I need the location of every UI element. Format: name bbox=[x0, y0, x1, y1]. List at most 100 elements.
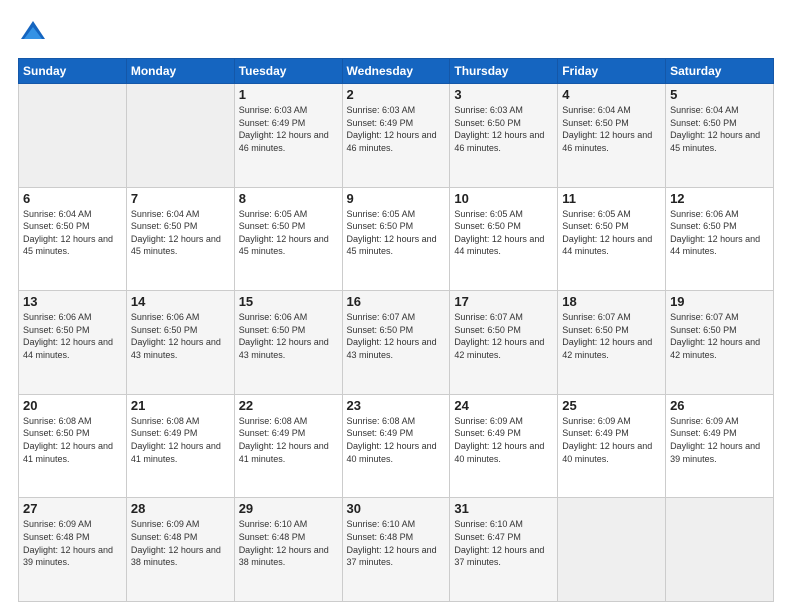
weekday-row: SundayMondayTuesdayWednesdayThursdayFrid… bbox=[19, 59, 774, 84]
calendar-week-2: 6 Sunrise: 6:04 AM Sunset: 6:50 PM Daylig… bbox=[19, 187, 774, 291]
day-info: Sunrise: 6:04 AM Sunset: 6:50 PM Dayligh… bbox=[23, 208, 122, 258]
day-number: 9 bbox=[347, 191, 446, 206]
day-info: Sunrise: 6:08 AM Sunset: 6:49 PM Dayligh… bbox=[131, 415, 230, 465]
day-number: 10 bbox=[454, 191, 553, 206]
day-info: Sunrise: 6:08 AM Sunset: 6:49 PM Dayligh… bbox=[347, 415, 446, 465]
calendar-cell: 7 Sunrise: 6:04 AM Sunset: 6:50 PM Daylig… bbox=[126, 187, 234, 291]
logo-icon bbox=[18, 18, 48, 48]
calendar-cell: 20 Sunrise: 6:08 AM Sunset: 6:50 PM Dayli… bbox=[19, 394, 127, 498]
calendar-cell: 4 Sunrise: 6:04 AM Sunset: 6:50 PM Daylig… bbox=[558, 84, 666, 188]
weekday-header-sunday: Sunday bbox=[19, 59, 127, 84]
day-info: Sunrise: 6:05 AM Sunset: 6:50 PM Dayligh… bbox=[347, 208, 446, 258]
day-info: Sunrise: 6:04 AM Sunset: 6:50 PM Dayligh… bbox=[562, 104, 661, 154]
day-number: 26 bbox=[670, 398, 769, 413]
day-number: 4 bbox=[562, 87, 661, 102]
day-info: Sunrise: 6:06 AM Sunset: 6:50 PM Dayligh… bbox=[670, 208, 769, 258]
calendar-cell: 23Sunrise: 6:08 AM Sunset: 6:49 PM Dayli… bbox=[342, 394, 450, 498]
day-number: 5 bbox=[670, 87, 769, 102]
calendar-cell: 1 Sunrise: 6:03 AM Sunset: 6:49 PM Daylig… bbox=[234, 84, 342, 188]
calendar-cell: 30 Sunrise: 6:10 AM Sunset: 6:48 PM Dayli… bbox=[342, 498, 450, 602]
day-number: 28 bbox=[131, 501, 230, 516]
day-info: Sunrise: 6:09 AM Sunset: 6:48 PM Dayligh… bbox=[131, 518, 230, 568]
calendar-cell: 5 Sunrise: 6:04 AM Sunset: 6:50 PM Daylig… bbox=[666, 84, 774, 188]
calendar-cell: 8 Sunrise: 6:05 AM Sunset: 6:50 PM Daylig… bbox=[234, 187, 342, 291]
calendar-week-1: 1 Sunrise: 6:03 AM Sunset: 6:49 PM Daylig… bbox=[19, 84, 774, 188]
day-info: Sunrise: 6:09 AM Sunset: 6:49 PM Dayligh… bbox=[670, 415, 769, 465]
day-info: Sunrise: 6:09 AM Sunset: 6:48 PM Dayligh… bbox=[23, 518, 122, 568]
day-number: 21 bbox=[131, 398, 230, 413]
day-number: 31 bbox=[454, 501, 553, 516]
day-info: Sunrise: 6:03 AM Sunset: 6:50 PM Dayligh… bbox=[454, 104, 553, 154]
page: SundayMondayTuesdayWednesdayThursdayFrid… bbox=[0, 0, 792, 612]
weekday-header-saturday: Saturday bbox=[666, 59, 774, 84]
day-info: Sunrise: 6:08 AM Sunset: 6:50 PM Dayligh… bbox=[23, 415, 122, 465]
calendar-cell: 21 Sunrise: 6:08 AM Sunset: 6:49 PM Dayli… bbox=[126, 394, 234, 498]
day-number: 27 bbox=[23, 501, 122, 516]
day-info: Sunrise: 6:03 AM Sunset: 6:49 PM Dayligh… bbox=[239, 104, 338, 154]
calendar-cell: 3 Sunrise: 6:03 AM Sunset: 6:50 PM Daylig… bbox=[450, 84, 558, 188]
calendar-week-3: 13 Sunrise: 6:06 AM Sunset: 6:50 PM Dayli… bbox=[19, 291, 774, 395]
day-info: Sunrise: 6:05 AM Sunset: 6:50 PM Dayligh… bbox=[239, 208, 338, 258]
day-number: 17 bbox=[454, 294, 553, 309]
calendar-cell: 14Sunrise: 6:06 AM Sunset: 6:50 PM Dayli… bbox=[126, 291, 234, 395]
day-number: 8 bbox=[239, 191, 338, 206]
weekday-header-tuesday: Tuesday bbox=[234, 59, 342, 84]
calendar-cell: 2Sunrise: 6:03 AM Sunset: 6:49 PM Daylig… bbox=[342, 84, 450, 188]
calendar-cell: 19 Sunrise: 6:07 AM Sunset: 6:50 PM Dayli… bbox=[666, 291, 774, 395]
day-info: Sunrise: 6:07 AM Sunset: 6:50 PM Dayligh… bbox=[670, 311, 769, 361]
weekday-header-monday: Monday bbox=[126, 59, 234, 84]
calendar-cell: 10 Sunrise: 6:05 AM Sunset: 6:50 PM Dayli… bbox=[450, 187, 558, 291]
day-info: Sunrise: 6:09 AM Sunset: 6:49 PM Dayligh… bbox=[562, 415, 661, 465]
calendar-cell: 13 Sunrise: 6:06 AM Sunset: 6:50 PM Dayli… bbox=[19, 291, 127, 395]
calendar-cell bbox=[558, 498, 666, 602]
calendar: SundayMondayTuesdayWednesdayThursdayFrid… bbox=[18, 58, 774, 602]
calendar-week-5: 27 Sunrise: 6:09 AM Sunset: 6:48 PM Dayli… bbox=[19, 498, 774, 602]
day-info: Sunrise: 6:06 AM Sunset: 6:50 PM Dayligh… bbox=[239, 311, 338, 361]
day-number: 29 bbox=[239, 501, 338, 516]
weekday-header-thursday: Thursday bbox=[450, 59, 558, 84]
calendar-cell: 25 Sunrise: 6:09 AM Sunset: 6:49 PM Dayli… bbox=[558, 394, 666, 498]
logo bbox=[18, 18, 52, 48]
day-number: 16 bbox=[347, 294, 446, 309]
calendar-cell bbox=[126, 84, 234, 188]
day-info: Sunrise: 6:04 AM Sunset: 6:50 PM Dayligh… bbox=[670, 104, 769, 154]
day-number: 11 bbox=[562, 191, 661, 206]
day-number: 6 bbox=[23, 191, 122, 206]
calendar-cell: 18 Sunrise: 6:07 AM Sunset: 6:50 PM Dayli… bbox=[558, 291, 666, 395]
day-number: 20 bbox=[23, 398, 122, 413]
day-number: 7 bbox=[131, 191, 230, 206]
calendar-cell: 27 Sunrise: 6:09 AM Sunset: 6:48 PM Dayli… bbox=[19, 498, 127, 602]
header bbox=[18, 18, 774, 48]
day-info: Sunrise: 6:09 AM Sunset: 6:49 PM Dayligh… bbox=[454, 415, 553, 465]
calendar-cell: 31Sunrise: 6:10 AM Sunset: 6:47 PM Dayli… bbox=[450, 498, 558, 602]
calendar-week-4: 20 Sunrise: 6:08 AM Sunset: 6:50 PM Dayli… bbox=[19, 394, 774, 498]
day-number: 25 bbox=[562, 398, 661, 413]
day-info: Sunrise: 6:07 AM Sunset: 6:50 PM Dayligh… bbox=[454, 311, 553, 361]
calendar-cell: 17 Sunrise: 6:07 AM Sunset: 6:50 PM Dayli… bbox=[450, 291, 558, 395]
day-info: Sunrise: 6:04 AM Sunset: 6:50 PM Dayligh… bbox=[131, 208, 230, 258]
day-number: 13 bbox=[23, 294, 122, 309]
day-number: 19 bbox=[670, 294, 769, 309]
day-info: Sunrise: 6:07 AM Sunset: 6:50 PM Dayligh… bbox=[347, 311, 446, 361]
calendar-cell: 11Sunrise: 6:05 AM Sunset: 6:50 PM Dayli… bbox=[558, 187, 666, 291]
calendar-cell: 6 Sunrise: 6:04 AM Sunset: 6:50 PM Daylig… bbox=[19, 187, 127, 291]
calendar-cell bbox=[19, 84, 127, 188]
day-number: 3 bbox=[454, 87, 553, 102]
calendar-cell: 12Sunrise: 6:06 AM Sunset: 6:50 PM Dayli… bbox=[666, 187, 774, 291]
day-info: Sunrise: 6:07 AM Sunset: 6:50 PM Dayligh… bbox=[562, 311, 661, 361]
weekday-header-wednesday: Wednesday bbox=[342, 59, 450, 84]
calendar-body: 1 Sunrise: 6:03 AM Sunset: 6:49 PM Daylig… bbox=[19, 84, 774, 602]
day-number: 24 bbox=[454, 398, 553, 413]
day-number: 18 bbox=[562, 294, 661, 309]
day-info: Sunrise: 6:10 AM Sunset: 6:48 PM Dayligh… bbox=[347, 518, 446, 568]
calendar-cell: 22 Sunrise: 6:08 AM Sunset: 6:49 PM Dayli… bbox=[234, 394, 342, 498]
day-info: Sunrise: 6:06 AM Sunset: 6:50 PM Dayligh… bbox=[131, 311, 230, 361]
day-info: Sunrise: 6:05 AM Sunset: 6:50 PM Dayligh… bbox=[454, 208, 553, 258]
day-number: 30 bbox=[347, 501, 446, 516]
day-number: 22 bbox=[239, 398, 338, 413]
day-info: Sunrise: 6:06 AM Sunset: 6:50 PM Dayligh… bbox=[23, 311, 122, 361]
day-info: Sunrise: 6:08 AM Sunset: 6:49 PM Dayligh… bbox=[239, 415, 338, 465]
calendar-cell: 28 Sunrise: 6:09 AM Sunset: 6:48 PM Dayli… bbox=[126, 498, 234, 602]
day-number: 1 bbox=[239, 87, 338, 102]
calendar-cell bbox=[666, 498, 774, 602]
